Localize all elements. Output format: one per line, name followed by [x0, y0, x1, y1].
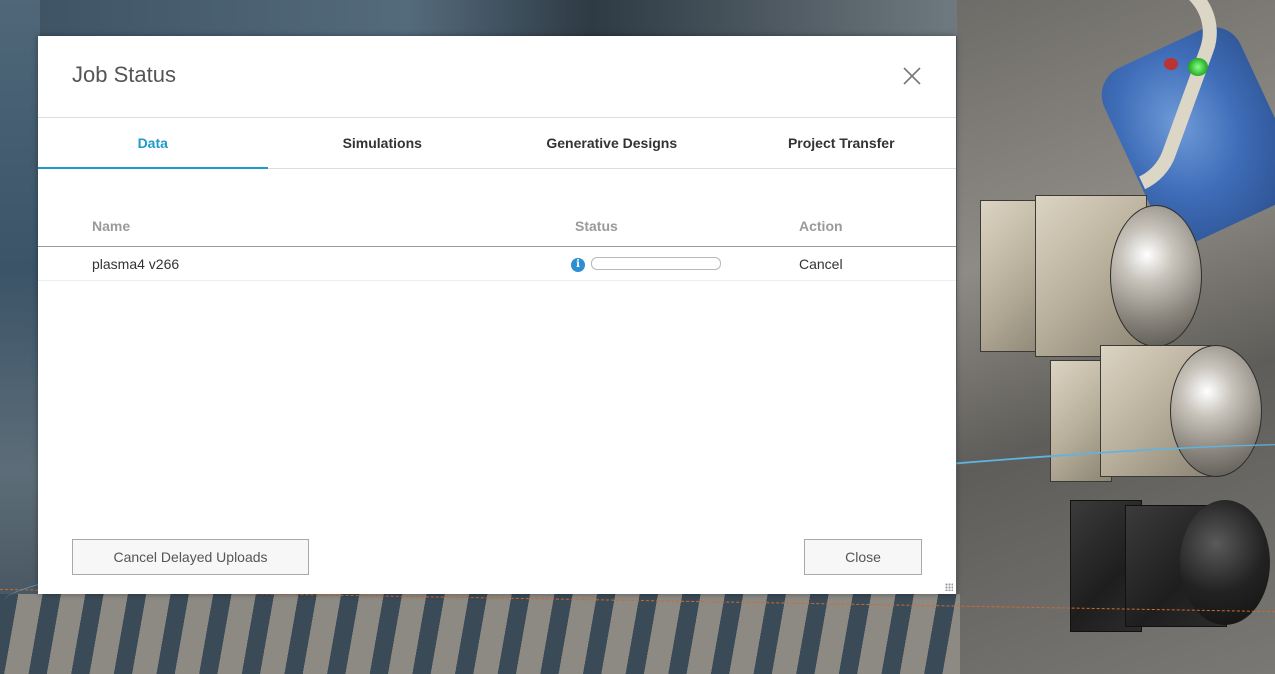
tab-simulations[interactable]: Simulations [268, 118, 498, 168]
tab-generative-designs[interactable]: Generative Designs [497, 118, 727, 168]
close-icon[interactable] [900, 64, 924, 88]
resize-grip-icon[interactable] [945, 583, 953, 591]
background-led-red [1164, 58, 1178, 70]
close-button[interactable]: Close [804, 539, 922, 575]
background-scene [0, 0, 40, 674]
cancel-delayed-uploads-button[interactable]: Cancel Delayed Uploads [72, 539, 309, 575]
background-led-green [1188, 58, 1208, 76]
column-header-status[interactable]: Status [575, 218, 618, 234]
job-name: plasma4 v266 [92, 256, 180, 272]
tab-bar: Data Simulations Generative Designs Proj… [38, 117, 956, 169]
background-scene [40, 0, 960, 36]
column-header-name[interactable]: Name [92, 218, 130, 234]
tab-project-transfer[interactable]: Project Transfer [727, 118, 957, 168]
table-row: plasma4 v266 i Cancel [38, 247, 956, 281]
tab-data[interactable]: Data [38, 118, 268, 169]
progress-bar [591, 257, 721, 270]
dialog-title: Job Status [72, 62, 176, 87]
cancel-job-link[interactable]: Cancel [799, 256, 843, 272]
job-status-dialog: Job Status Data Simulations Generative D… [38, 36, 956, 594]
background-dark-dome [1180, 500, 1270, 625]
background-dome [1110, 205, 1202, 347]
info-icon[interactable]: i [571, 258, 585, 272]
column-header-action[interactable]: Action [799, 218, 843, 234]
table-header: Name Status Action [38, 206, 956, 247]
cad-viewport: Job Status Data Simulations Generative D… [0, 0, 1275, 674]
